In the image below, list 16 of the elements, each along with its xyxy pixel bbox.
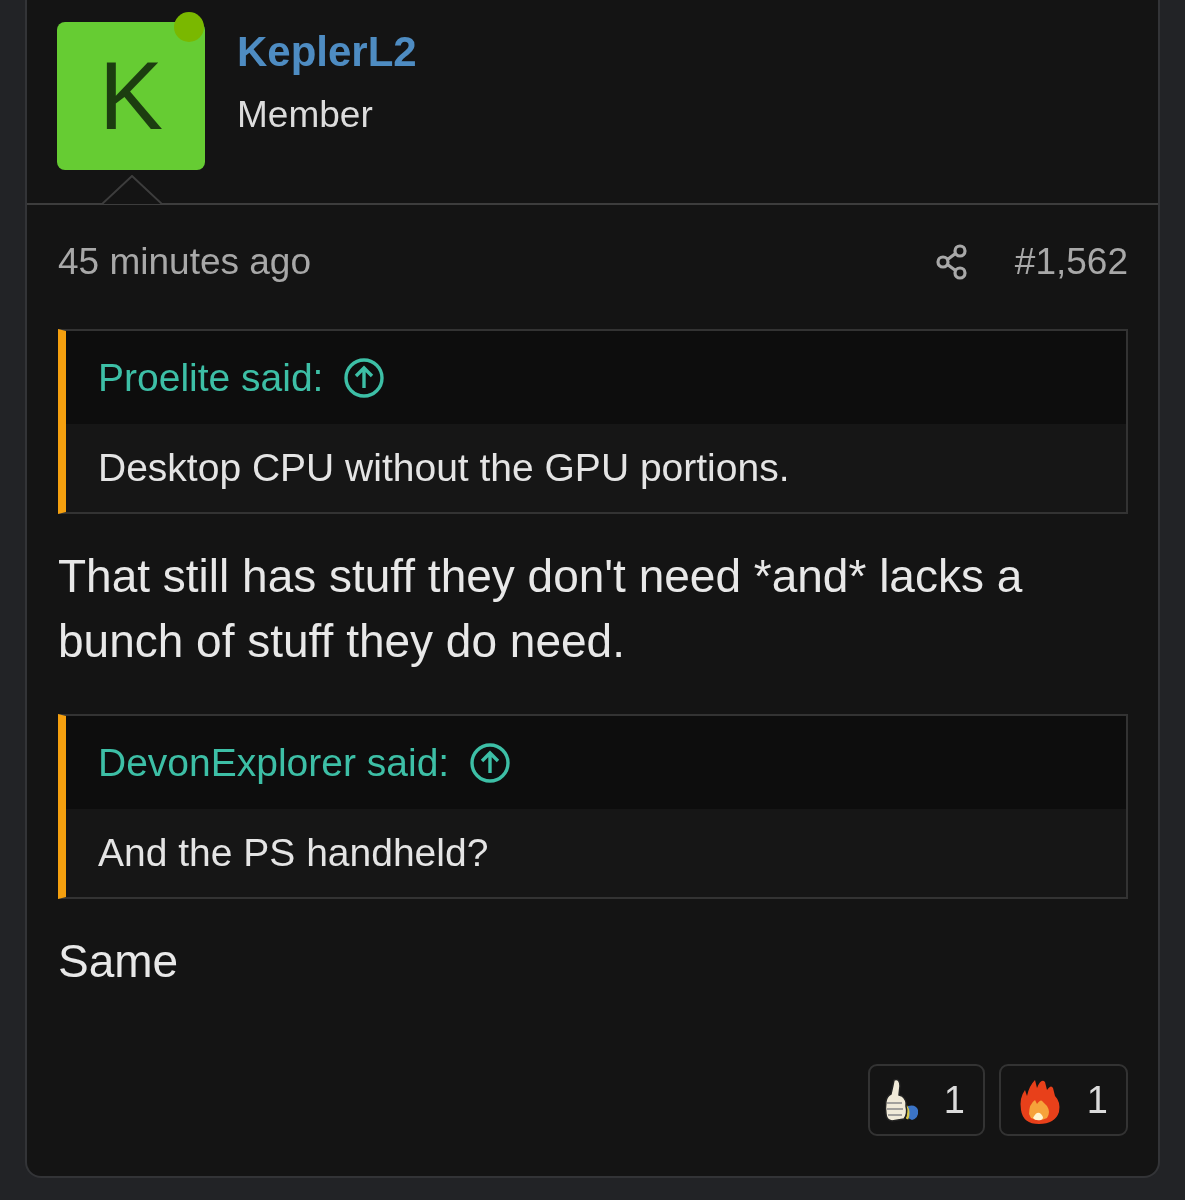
user-title: Member [237,94,374,136]
share-icon[interactable] [934,244,969,280]
post-number-link[interactable]: #1,562 [1014,241,1128,283]
quote-attribution-link[interactable]: Proelite said: [98,355,324,400]
post-text: Same [58,934,180,989]
quote-attribution-link[interactable]: DevonExplorer said: [98,740,450,785]
post-text: That still has stuff they don't need *and* lacks a bunch of stuff they do need. [58,549,1024,669]
jump-up-icon[interactable] [469,741,512,784]
quote-text: And the PS handheld? [97,830,490,876]
reaction-button[interactable]: 1 [998,1064,1128,1136]
avatar[interactable]: K [57,22,205,170]
jump-up-icon[interactable] [343,356,386,399]
post-time[interactable]: 45 minutes ago [58,241,935,283]
reaction-button[interactable]: 1 [867,1064,985,1136]
quote-text: Desktop CPU without the GPU portions. [97,445,791,491]
username-link[interactable]: KeplerL2 [237,28,417,76]
